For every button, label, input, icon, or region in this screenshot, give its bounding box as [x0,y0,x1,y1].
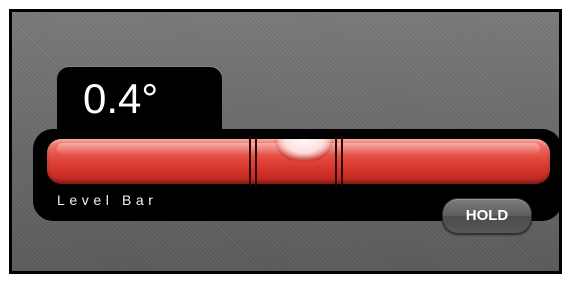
center-marker-left-outer [249,137,251,186]
center-marker-right-outer [341,137,343,186]
angle-value: 0.4° [83,75,159,122]
angle-readout: 0.4° [57,67,222,137]
center-marker-right-inner [335,137,337,186]
level-bar-label: Level Bar [57,192,158,208]
center-marker-left-inner [255,137,257,186]
hold-button[interactable]: HOLD [442,198,532,234]
level-app-screen: 0.4° Level Bar HOLD [9,9,562,274]
